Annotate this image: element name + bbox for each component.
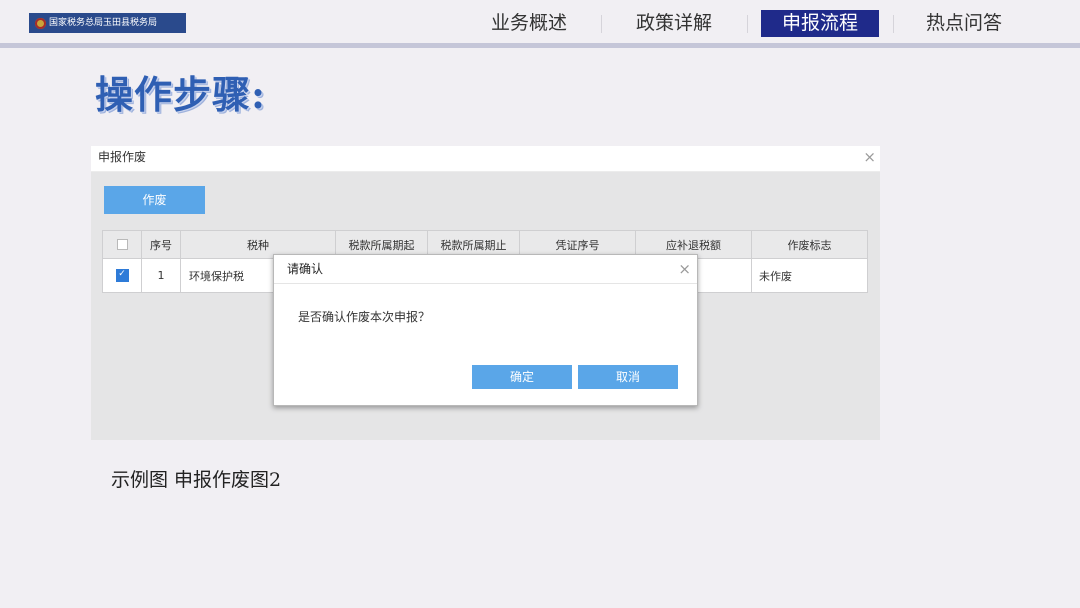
column-header: 作废标志 — [751, 230, 868, 259]
checkbox-checked-icon[interactable]: ✓ — [115, 269, 129, 282]
window-titlebar: 申报作废 × — [91, 146, 880, 172]
dialog-message: 是否确认作废本次申报？ — [298, 310, 431, 324]
nav-item-process[interactable]: 申报流程 — [761, 10, 879, 37]
nav-divider — [601, 15, 602, 33]
nav-item-policy[interactable]: 政策详解 — [615, 10, 733, 37]
tax-bureau-logo: 国家税务总局玉田县税务局 — [29, 13, 186, 33]
dialog-titlebar: 请确认 × — [274, 255, 697, 284]
nav-item-overview[interactable]: 业务概述 — [470, 10, 588, 37]
row-index: 1 — [141, 258, 181, 293]
row-select-cell[interactable]: ✓ — [102, 258, 142, 293]
close-icon[interactable]: × — [863, 148, 876, 166]
nav-item-faq[interactable]: 热点问答 — [905, 10, 1023, 37]
select-all-checkbox[interactable] — [116, 239, 128, 250]
void-flag-cell: 未作废 — [751, 258, 868, 293]
figure-caption: 示例图 申报作废图2 — [111, 469, 282, 491]
dialog-title: 请确认 — [287, 262, 324, 276]
header-divider — [0, 43, 1080, 48]
nav-divider — [893, 15, 894, 33]
dialog-close-icon[interactable]: × — [678, 260, 691, 278]
select-all-cell[interactable] — [102, 230, 142, 259]
void-button[interactable]: 作废 — [104, 186, 205, 214]
column-header: 序号 — [141, 230, 181, 259]
logo-text: 国家税务总局玉田县税务局 — [49, 18, 158, 28]
page-title: 操作步骤: — [95, 72, 267, 117]
confirm-button[interactable]: 确定 — [472, 365, 572, 389]
confirm-dialog: 请确认 × 是否确认作废本次申报？ 确定 取消 — [273, 254, 698, 406]
cancel-button[interactable]: 取消 — [578, 365, 678, 389]
window-title: 申报作废 — [98, 150, 147, 164]
nav-divider — [747, 15, 748, 33]
emblem-icon — [35, 17, 46, 29]
